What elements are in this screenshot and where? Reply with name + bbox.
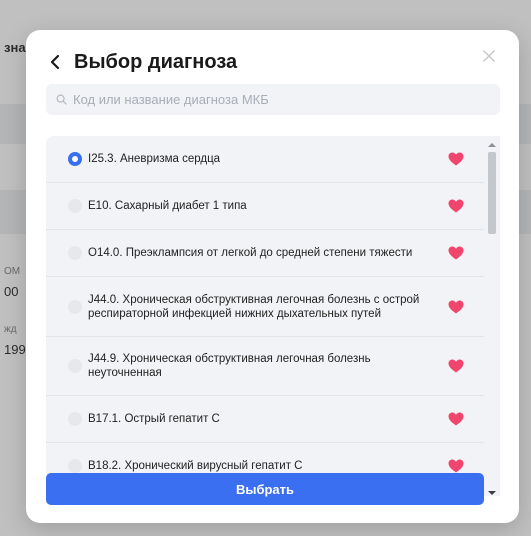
list-item[interactable]: I25.3. Аневризма сердца [46,136,486,183]
scroll-up-icon[interactable] [488,142,496,148]
back-button[interactable] [50,50,70,74]
list-scrollbar[interactable] [484,136,500,496]
scroll-thumb[interactable] [488,152,496,234]
list-item[interactable]: J44.9. Хроническая обструктивная легочна… [46,337,486,396]
scroll-down-icon[interactable] [488,490,496,496]
diagnosis-list: I25.3. Аневризма сердца E10. Сахарный ди… [46,136,500,496]
list-item[interactable]: E10. Сахарный диабет 1 типа [46,183,486,230]
select-button[interactable]: Выбрать [46,473,484,505]
diagnosis-label: O14.0. Преэклампсия от легкой до средней… [88,247,413,259]
diagnosis-label: B18.2. Хронический вирусный гепатит C [88,460,303,472]
heart-icon[interactable] [448,412,464,426]
radio-button[interactable] [68,246,82,260]
radio-button[interactable] [68,359,82,373]
diagnosis-list-items: I25.3. Аневризма сердца E10. Сахарный ди… [46,136,486,490]
search-input[interactable] [73,92,493,107]
radio-button[interactable] [68,152,82,166]
diagnosis-label: E10. Сахарный диабет 1 типа [88,200,247,212]
heart-icon[interactable] [448,199,464,213]
heart-icon[interactable] [448,152,464,166]
radio-button[interactable] [68,199,82,213]
list-item[interactable]: B17.1. Острый гепатит C [46,396,486,443]
list-item[interactable]: J44.0. Хроническая обструктивная легочна… [46,277,486,337]
search-icon [56,94,67,105]
list-item[interactable]: O14.0. Преэклампсия от легкой до средней… [46,230,486,277]
search-field[interactable] [46,84,500,115]
modal-header: Выбор диагноза [50,48,499,76]
radio-button[interactable] [68,412,82,426]
diagnosis-label: J44.9. Хроническая обструктивная легочна… [88,353,371,379]
diagnosis-label: B17.1. Острый гепатит C [88,413,220,425]
close-icon [483,50,495,62]
diagnosis-modal: Выбор диагноза I25.3. Аневризма сердца E… [26,30,519,523]
modal-title: Выбор диагноза [74,50,238,73]
chevron-left-icon [50,54,60,70]
diagnosis-label: J44.0. Хроническая обструктивная легочна… [88,293,420,320]
radio-button[interactable] [68,459,82,473]
heart-icon[interactable] [448,359,464,373]
close-button[interactable] [479,46,499,66]
heart-icon[interactable] [448,459,464,473]
heart-icon[interactable] [448,300,464,314]
heart-icon[interactable] [448,246,464,260]
radio-button[interactable] [68,299,82,314]
diagnosis-label: I25.3. Аневризма сердца [88,153,221,165]
